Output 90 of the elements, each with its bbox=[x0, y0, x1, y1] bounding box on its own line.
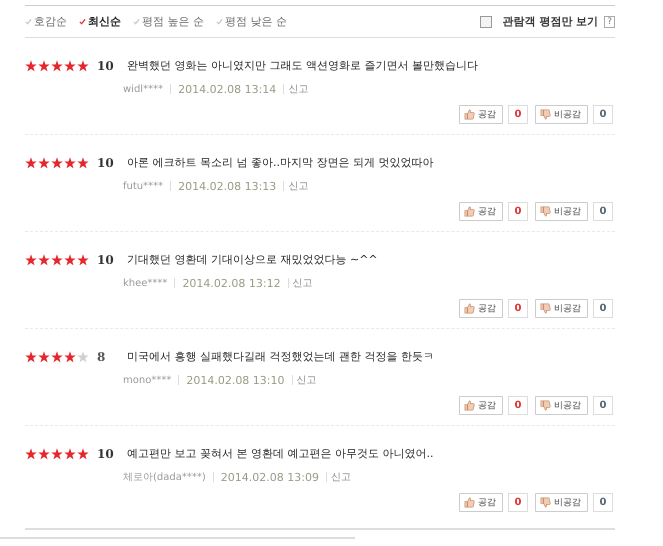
dislike-button[interactable]: 비공감 bbox=[535, 202, 588, 221]
review-date: 2014.02.08 13:10 bbox=[186, 374, 285, 386]
review-date: 2014.02.08 13:12 bbox=[182, 276, 281, 290]
like-count: 0 bbox=[508, 493, 528, 512]
check-icon bbox=[25, 18, 32, 25]
star-icon bbox=[64, 254, 76, 266]
thumbs-up-icon bbox=[464, 109, 475, 120]
star-icon bbox=[51, 156, 63, 168]
star-icon bbox=[25, 448, 37, 460]
review-date: 2014.02.08 13:14 bbox=[178, 82, 276, 96]
dislike-count: 0 bbox=[593, 105, 613, 124]
report-link[interactable]: 신고 bbox=[288, 82, 308, 96]
review-date: 2014.02.08 13:09 bbox=[220, 470, 319, 484]
star-icon bbox=[25, 350, 37, 362]
like-button[interactable]: 공감 bbox=[459, 202, 503, 221]
star-icon bbox=[38, 448, 50, 460]
star-icon bbox=[51, 448, 63, 460]
review-date: 2014.02.08 13:13 bbox=[178, 180, 276, 192]
rating-score: 10 bbox=[97, 58, 115, 72]
dislike-count: 0 bbox=[593, 202, 613, 221]
star-icon bbox=[38, 156, 50, 168]
report-link[interactable]: 신고 bbox=[296, 373, 317, 387]
dislike-button[interactable]: 비공감 bbox=[535, 299, 588, 318]
rating-score: 10 bbox=[97, 446, 115, 460]
star-icon bbox=[51, 254, 63, 266]
thumbs-down-icon bbox=[540, 109, 551, 120]
check-icon bbox=[79, 18, 86, 25]
thumbs-down-icon bbox=[540, 206, 551, 217]
like-count: 0 bbox=[508, 105, 528, 124]
dislike-button[interactable]: 비공감 bbox=[535, 396, 588, 415]
checkbox[interactable] bbox=[480, 16, 492, 28]
star-icon bbox=[51, 60, 63, 72]
review-text: 예고편만 보고 꽂혀서 본 영환데 예고편은 아무것도 아니였어.. bbox=[127, 446, 434, 461]
rating-score: 10 bbox=[97, 156, 115, 170]
dislike-button[interactable]: 비공감 bbox=[535, 105, 588, 124]
username: mono**** bbox=[123, 374, 172, 386]
review-text: 미국에서 흥행 실패했다길래 걱정했었는데 괜한 걱정을 한듯ㅋ bbox=[127, 349, 434, 364]
star-icon bbox=[77, 254, 89, 266]
star-icon bbox=[77, 60, 89, 72]
review-text: 기대했던 영환데 기대이상으로 재밌었었다능 ~^^ bbox=[127, 252, 378, 267]
thumbs-down-icon bbox=[540, 400, 551, 411]
star-icon bbox=[64, 350, 76, 362]
review-text: 완벽했던 영화는 아니였지만 그래도 액션영화로 즐기면서 볼만했습니다 bbox=[127, 58, 478, 73]
star-icon bbox=[25, 254, 37, 266]
review-text: 아론 에크하트 목소리 넘 좋아..마지막 장면은 되게 멋있었따아 bbox=[127, 155, 434, 170]
star-icon bbox=[38, 350, 50, 362]
sort-option[interactable]: 평점 높은 순 bbox=[133, 14, 204, 29]
star-icon bbox=[51, 350, 63, 362]
rating-score: 10 bbox=[97, 252, 115, 266]
star-icon bbox=[38, 254, 50, 266]
thumbs-up-icon bbox=[464, 303, 475, 314]
dislike-count: 0 bbox=[593, 396, 613, 415]
filter-label: 관람객 평점만 보기 bbox=[502, 14, 598, 29]
check-icon bbox=[133, 18, 140, 25]
sort-option[interactable]: 최신순 bbox=[79, 14, 121, 29]
like-count: 0 bbox=[508, 202, 528, 221]
thumbs-up-icon bbox=[464, 400, 475, 411]
star-icon bbox=[77, 156, 89, 168]
like-button[interactable]: 공감 bbox=[459, 105, 503, 124]
username: 체로아(dada****) bbox=[123, 471, 206, 484]
dislike-button[interactable]: 비공감 bbox=[535, 493, 588, 512]
rating-score: 8 bbox=[97, 350, 106, 364]
username: futu**** bbox=[123, 180, 164, 192]
star-icon bbox=[25, 156, 37, 168]
report-link[interactable]: 신고 bbox=[292, 276, 313, 290]
thumbs-up-icon bbox=[464, 497, 475, 508]
thumbs-down-icon bbox=[540, 303, 551, 314]
sort-option[interactable]: 평점 낮은 순 bbox=[216, 14, 287, 29]
thumbs-down-icon bbox=[540, 497, 551, 508]
dislike-count: 0 bbox=[593, 299, 613, 318]
star-icon bbox=[64, 60, 76, 72]
star-icon bbox=[77, 448, 89, 460]
star-icon bbox=[25, 60, 37, 72]
like-button[interactable]: 공감 bbox=[459, 493, 503, 512]
check-icon bbox=[216, 18, 223, 25]
help-icon[interactable]: ? bbox=[604, 16, 615, 28]
username: khee**** bbox=[123, 278, 168, 288]
like-button[interactable]: 공감 bbox=[459, 396, 503, 415]
dislike-count: 0 bbox=[593, 493, 613, 512]
star-icon bbox=[64, 156, 76, 168]
username: widl**** bbox=[123, 84, 164, 94]
report-link[interactable]: 신고 bbox=[330, 470, 351, 484]
like-count: 0 bbox=[508, 299, 528, 318]
like-count: 0 bbox=[508, 396, 528, 415]
report-link[interactable]: 신고 bbox=[288, 179, 308, 193]
star-icon bbox=[64, 448, 76, 460]
like-button[interactable]: 공감 bbox=[459, 299, 503, 318]
sort-option[interactable]: 호감순 bbox=[25, 14, 67, 29]
thumbs-up-icon bbox=[464, 206, 475, 217]
star-icon bbox=[38, 60, 50, 72]
